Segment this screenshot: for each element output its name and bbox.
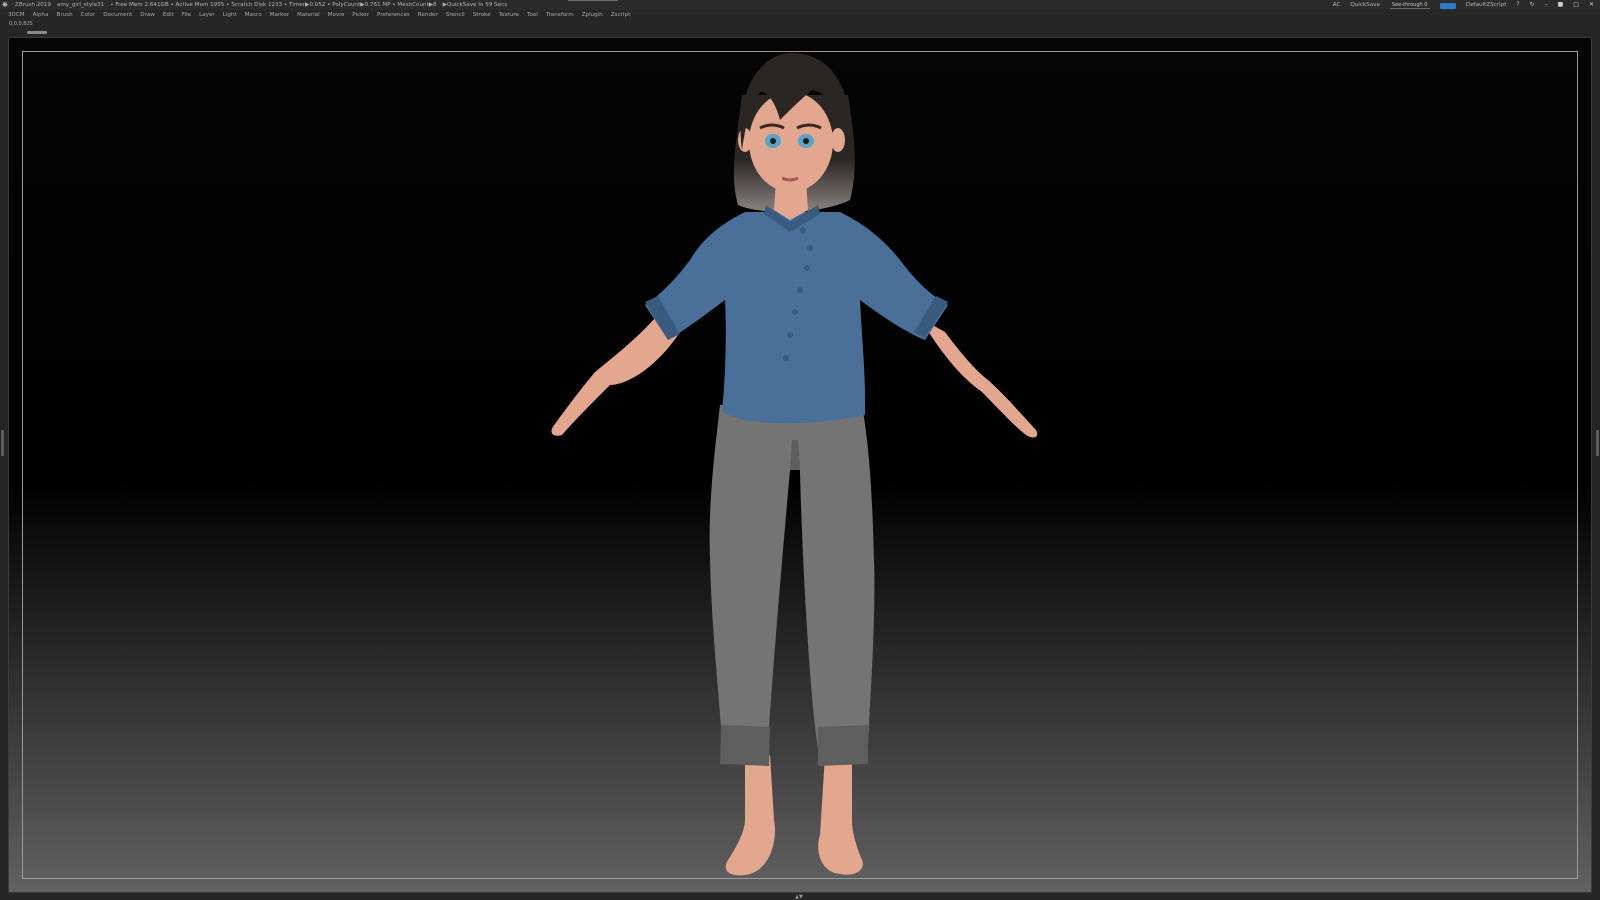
left-foot [725,755,775,876]
shirt-button [800,227,806,233]
pant-cuff-left [720,725,770,766]
right-foot [818,755,863,875]
shirt-button [783,355,789,361]
pant-cuff-right [818,725,868,766]
shirt-button [792,309,798,315]
shirt-button [804,265,810,271]
shirt [645,212,948,424]
left-pupil [770,138,776,144]
shirt-button [807,245,813,251]
shirt-button [797,287,803,293]
character-model[interactable] [0,0,1600,900]
right-arm [920,318,1038,438]
right-ear [831,128,845,152]
right-pupil [803,138,809,144]
left-arm [551,318,680,436]
shirt-button [787,332,793,338]
